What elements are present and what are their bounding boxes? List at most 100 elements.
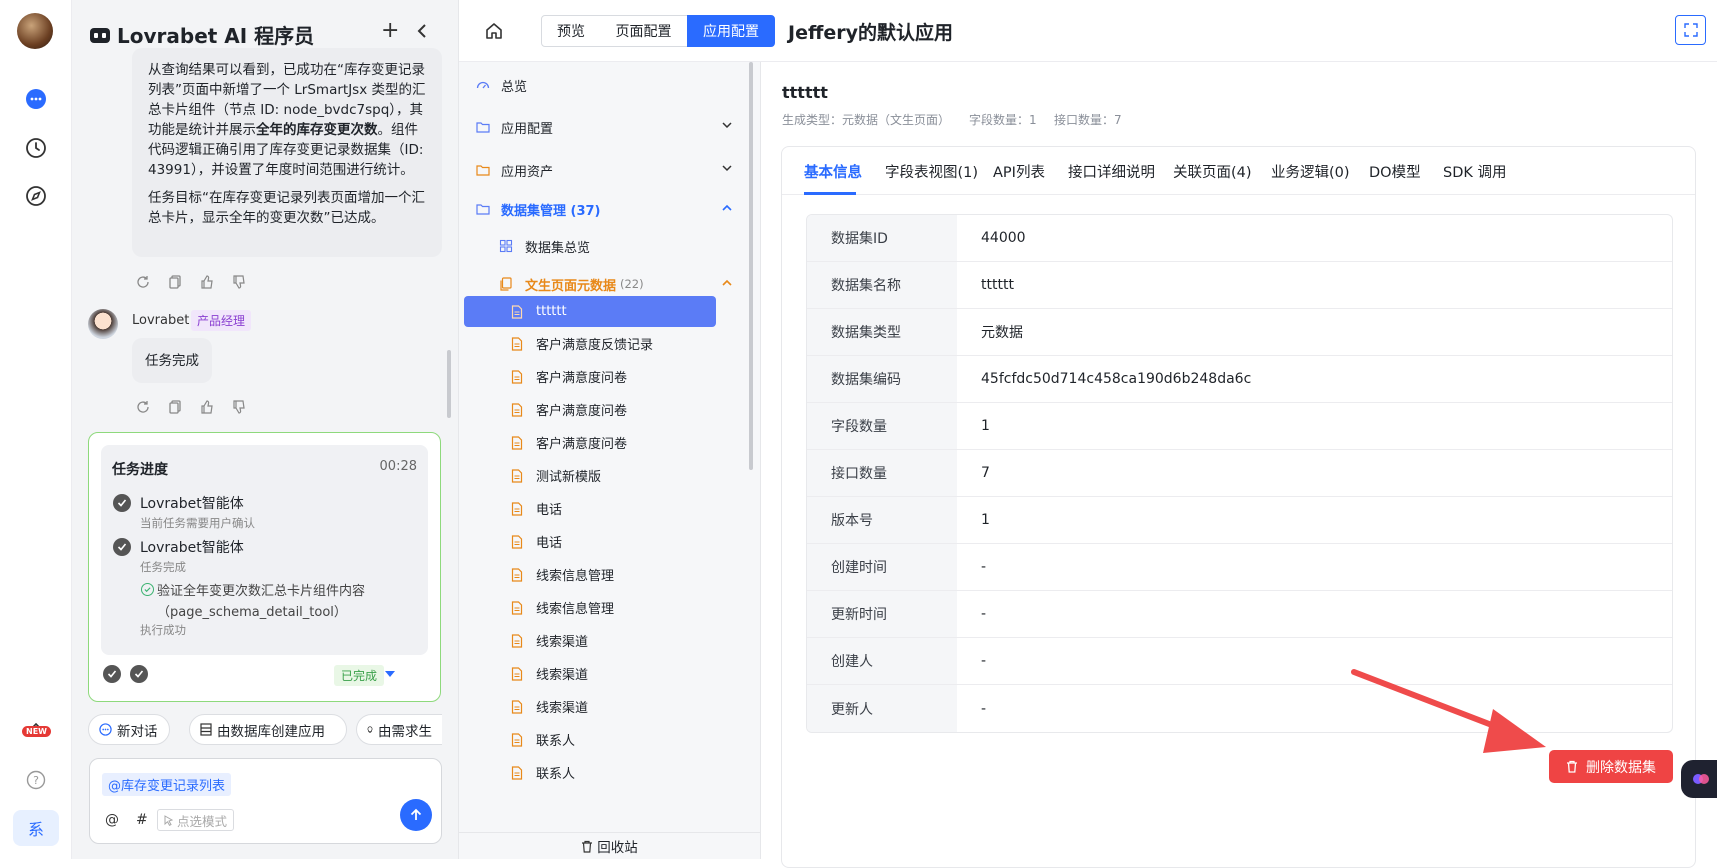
- tab-api-list[interactable]: API列表: [993, 147, 1045, 195]
- tree-scrollbar[interactable]: [749, 62, 753, 470]
- regenerate-icon[interactable]: [134, 273, 152, 291]
- thumb-down-icon[interactable]: [230, 273, 248, 291]
- new-chat-plus-icon[interactable]: +: [381, 20, 399, 42]
- new-chat-chip[interactable]: 新对话: [88, 714, 170, 745]
- tree-item-dataset[interactable]: 线索渠道: [464, 625, 716, 656]
- chevron-down-icon[interactable]: [722, 165, 732, 172]
- step-check-icon: [113, 494, 131, 512]
- user-avatar[interactable]: [17, 13, 53, 49]
- tree-label: 数据集总览: [525, 240, 591, 256]
- tree-label: 联系人: [536, 767, 576, 782]
- arrow-up-icon: [410, 808, 422, 820]
- tab-do-model[interactable]: DO模型: [1369, 147, 1421, 195]
- tree-item-dataset[interactable]: 电话: [464, 526, 716, 557]
- tab-label: 基本信息: [804, 164, 862, 181]
- meta-api-count: 接口数量：7: [1054, 113, 1122, 127]
- tree-item-dataset[interactable]: 联系人: [464, 757, 716, 788]
- help-icon[interactable]: ?: [19, 763, 53, 797]
- active-tab-underline: [804, 192, 856, 195]
- document-icon: [511, 402, 523, 417]
- tree-label: tttttt: [536, 304, 567, 319]
- thumb-up-icon[interactable]: [198, 273, 216, 291]
- collapse-panel-icon[interactable]: [412, 20, 432, 42]
- send-button[interactable]: [400, 799, 432, 831]
- tree-item-dataset-selected[interactable]: tttttt: [464, 296, 716, 327]
- home-icon[interactable]: [482, 19, 506, 43]
- tree-label: 线索信息管理: [536, 569, 615, 584]
- step-subtitle: 当前任务需要用户确认: [140, 516, 255, 530]
- tree-item-dataset[interactable]: 客户满意度反馈记录: [464, 328, 716, 359]
- regenerate-icon[interactable]: [134, 398, 152, 416]
- chevron-up-icon[interactable]: [722, 204, 732, 211]
- info-key: 接口数量: [807, 450, 957, 496]
- tree-label: 线索渠道: [536, 701, 589, 716]
- document-icon: [511, 369, 523, 384]
- tree-item-dataset[interactable]: 客户满意度问卷: [464, 361, 716, 392]
- tab-field-view[interactable]: 字段表视图(1): [885, 147, 978, 195]
- sender-avatar: [88, 309, 118, 339]
- ai-message-paragraph: 任务目标“在库存变更记录列表页面增加一个汇总卡片，显示全年的变更次数”已达成。: [148, 190, 425, 226]
- copy-icon[interactable]: [166, 398, 184, 416]
- chip-label: 由数据库创建应用: [217, 723, 325, 740]
- tree-item-dataset[interactable]: 联系人: [464, 724, 716, 755]
- ai-assistant-float-icon[interactable]: [1681, 760, 1717, 798]
- folder-icon: [476, 204, 490, 215]
- system-user-button[interactable]: 系: [13, 810, 59, 846]
- tab-page-config[interactable]: 页面配置: [600, 15, 688, 47]
- expand-progress-icon[interactable]: [381, 665, 399, 683]
- chevron-down-icon[interactable]: [722, 122, 732, 129]
- tab-related-pages[interactable]: 关联页面(4): [1173, 147, 1252, 195]
- fullscreen-icon[interactable]: [1675, 15, 1706, 45]
- delete-dataset-button[interactable]: 删除数据集: [1549, 750, 1673, 783]
- hash-tag-button[interactable]: #: [136, 812, 148, 828]
- tree-item-dataset[interactable]: 线索信息管理: [464, 592, 716, 623]
- chevron-up-icon[interactable]: [722, 279, 732, 286]
- recycle-bin-button[interactable]: 回收站: [459, 832, 760, 859]
- thumb-up-icon[interactable]: [198, 398, 216, 416]
- context-mention-tag[interactable]: @库存变更记录列表: [102, 773, 232, 796]
- tree-item-overview[interactable]: 总览: [459, 68, 754, 102]
- tab-api-details[interactable]: 接口详细说明: [1068, 147, 1155, 195]
- tab-label: 页面配置: [615, 24, 672, 40]
- tab-label: 字段表视图(1): [885, 164, 979, 181]
- mention-at-button[interactable]: @: [105, 812, 119, 828]
- tree-item-app-assets[interactable]: 应用资产: [459, 153, 754, 187]
- agent-done-icon: [103, 665, 121, 683]
- tab-sdk[interactable]: SDK 调用: [1443, 147, 1507, 195]
- pick-mode-toggle[interactable]: 点选模式: [157, 809, 235, 831]
- tab-label: SDK 调用: [1443, 164, 1507, 181]
- document-icon: [511, 567, 523, 582]
- compass-icon[interactable]: [19, 179, 53, 213]
- create-from-requirement-chip[interactable]: 由需求生: [356, 714, 442, 745]
- tab-business-logic[interactable]: 业务逻辑(0): [1271, 147, 1350, 195]
- tree-item-dataset[interactable]: 电话: [464, 493, 716, 524]
- tree-item-app-config[interactable]: 应用配置: [459, 110, 754, 144]
- info-value: 45fcfdc50d714c458ca190d6b248da6c: [981, 371, 1252, 387]
- tree-item-dataset[interactable]: 客户满意度问卷: [464, 394, 716, 425]
- tree-item-dataset[interactable]: 线索渠道: [464, 691, 716, 722]
- tree-label: 线索信息管理: [536, 602, 615, 617]
- tab-preview[interactable]: 预览: [541, 15, 601, 47]
- tree-item-dataset[interactable]: 客户满意度问卷: [464, 427, 716, 458]
- ai-message-paragraph: 从查询结果可以看到，已成功在“库存变更记录列表”页面中新增了一个 LrSmart…: [148, 60, 426, 180]
- history-clock-icon[interactable]: [19, 131, 53, 165]
- tree-item-dataset-mgmt[interactable]: 数据集管理 (37): [459, 192, 754, 226]
- thumb-down-icon[interactable]: [230, 398, 248, 416]
- document-icon: [511, 633, 523, 648]
- copy-icon[interactable]: [166, 273, 184, 291]
- sender-name: Lovrabet: [132, 313, 190, 328]
- tab-app-config[interactable]: 应用配置: [687, 15, 775, 47]
- tree-item-dataset[interactable]: 测试新模版: [464, 460, 716, 491]
- trash-icon: [1567, 760, 1577, 773]
- chat-icon[interactable]: [19, 82, 53, 116]
- tree-item-dataset-overview[interactable]: 数据集总览: [459, 229, 754, 263]
- tree-item-dataset[interactable]: 线索信息管理: [464, 559, 716, 590]
- tab-basic-info[interactable]: 基本信息: [804, 147, 862, 195]
- new-feature-icon[interactable]: NEW: [19, 716, 53, 750]
- chat-scrollbar[interactable]: [447, 350, 451, 418]
- create-from-db-chip[interactable]: 由数据库创建应用: [189, 714, 347, 745]
- chat-input-box[interactable]: @库存变更记录列表 @ # 点选模式: [89, 758, 442, 844]
- tree-label: 应用配置: [501, 121, 554, 137]
- tree-item-dataset[interactable]: 线索渠道: [464, 658, 716, 689]
- tab-label: 应用配置: [703, 24, 759, 40]
